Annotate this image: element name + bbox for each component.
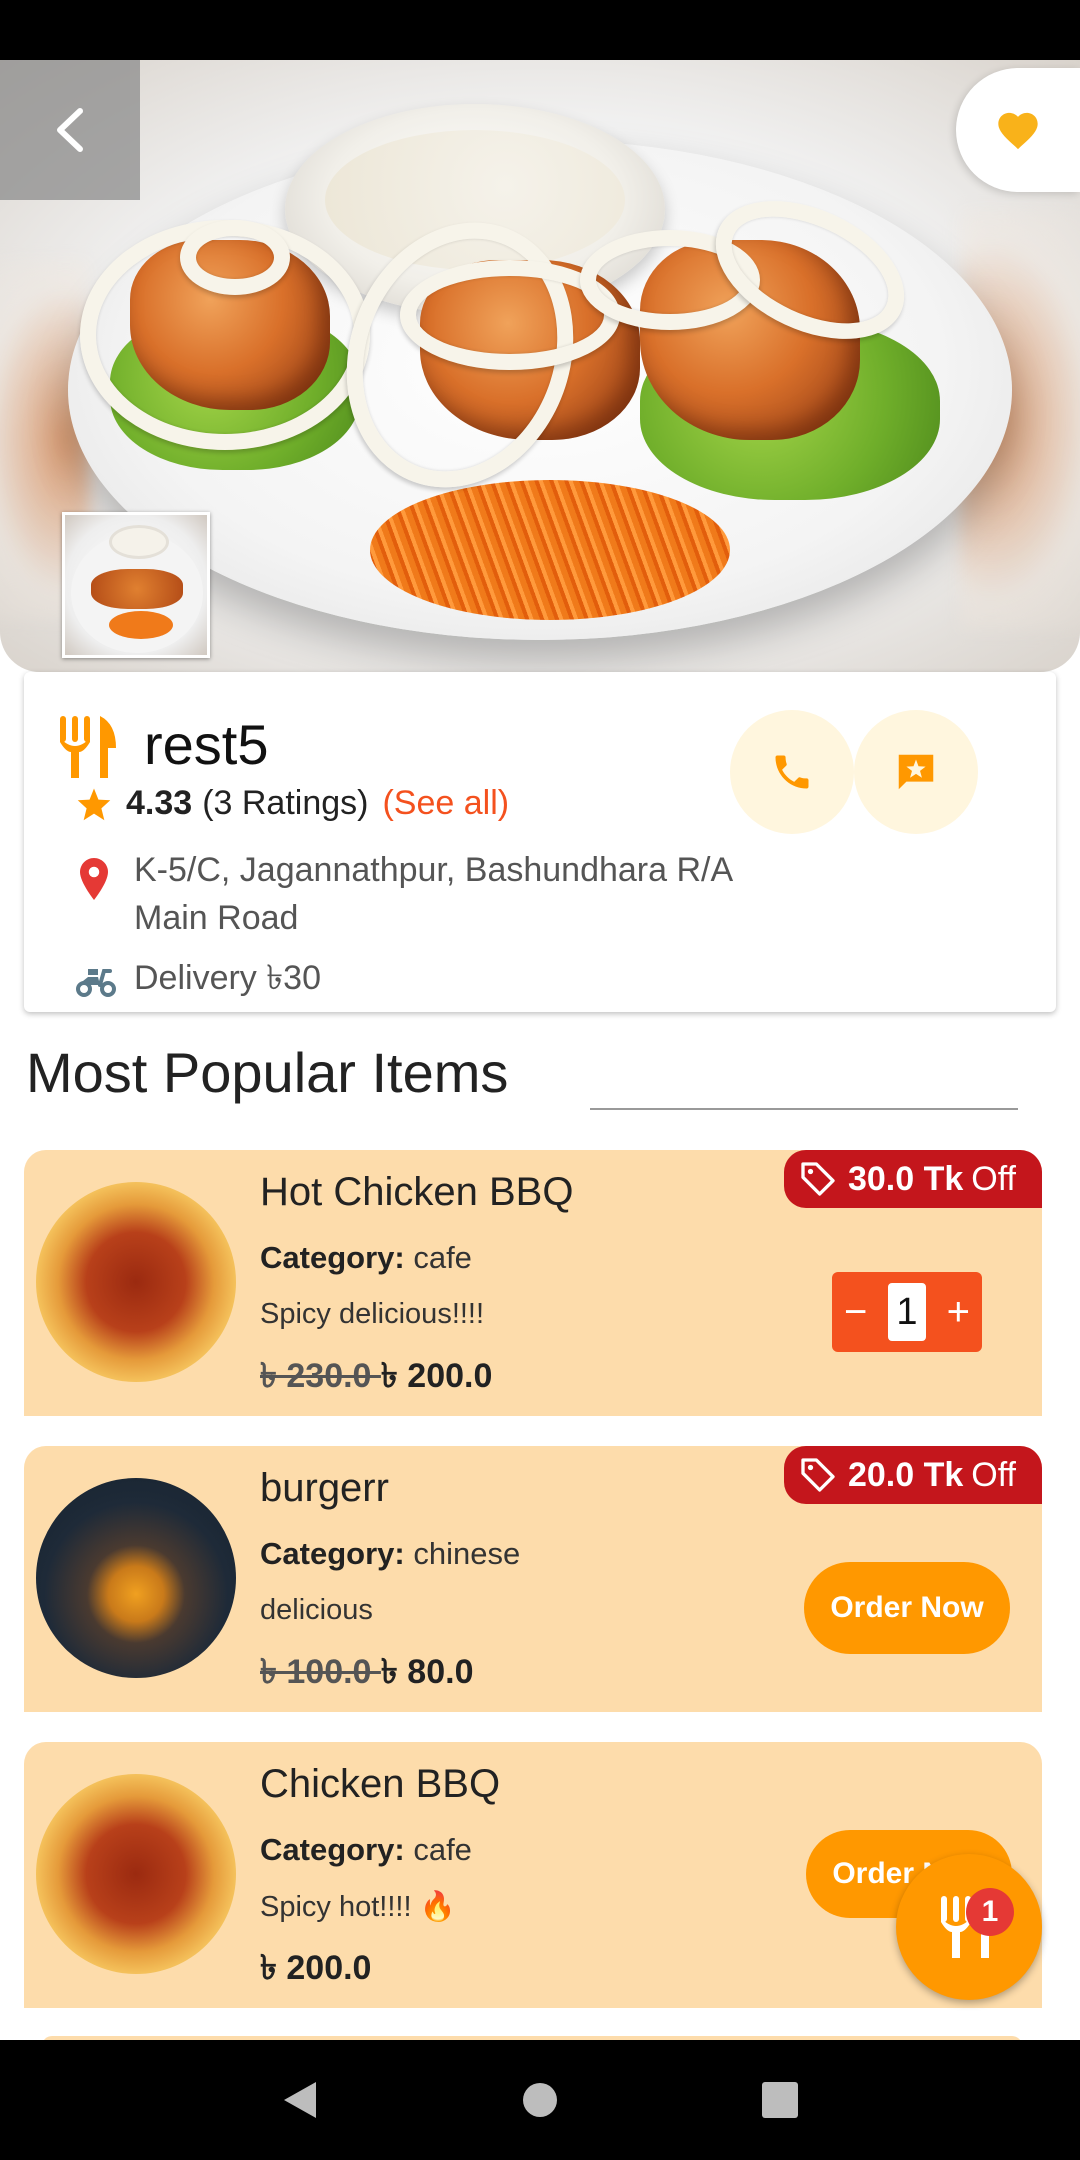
item-price: ৳ 230.0 ৳ 200.0 xyxy=(260,1350,492,1407)
category-label: Category: xyxy=(260,1240,405,1275)
decrement-button[interactable]: − xyxy=(844,1290,867,1335)
order-now-button[interactable]: Order Now xyxy=(804,1562,1010,1654)
item-category: Category: chinese xyxy=(260,1536,520,1572)
phone-icon xyxy=(775,755,809,789)
scooter-icon xyxy=(76,968,116,997)
carrot-salad xyxy=(370,480,730,620)
tag-icon xyxy=(801,1162,835,1196)
call-button[interactable] xyxy=(730,710,854,834)
restaurant-name: rest5 xyxy=(144,713,269,776)
old-price: ৳ 230.0 xyxy=(260,1357,381,1395)
item-image xyxy=(36,1774,236,1974)
review-button[interactable] xyxy=(854,710,978,834)
new-price: ৳ 200.0 xyxy=(380,1357,493,1395)
item-image xyxy=(36,1182,236,1382)
chat-star-icon xyxy=(898,754,934,790)
item-description: Spicy delicious!!!! xyxy=(260,1298,485,1330)
discount-suffix: Off xyxy=(971,1455,1016,1494)
nav-recents-icon[interactable] xyxy=(760,2080,800,2120)
new-price: ৳ 80.0 xyxy=(380,1653,474,1691)
item-description: Spicy hot!!!! 🔥 xyxy=(260,1891,456,1923)
star-icon xyxy=(77,787,111,820)
nav-back-icon[interactable] xyxy=(280,2078,320,2122)
thumbnail-carrot xyxy=(109,611,173,639)
rating-value: 4.33 xyxy=(126,784,193,822)
delivery-row: Delivery ৳30 xyxy=(76,952,321,1009)
cart-count-badge: 1 xyxy=(966,1888,1014,1936)
discount-amount: 20.0 Tk xyxy=(847,1455,964,1494)
back-button[interactable] xyxy=(0,60,140,200)
quantity-stepper: − 1 + xyxy=(832,1272,982,1352)
status-bar xyxy=(0,0,1080,60)
item-category: Category: cafe xyxy=(260,1240,472,1276)
restaurant-info-card: rest5 4.33 (3 Ratings) (See all) K-5/C, … xyxy=(24,672,1056,1012)
delivery-fee: Delivery ৳30 xyxy=(134,959,322,997)
cart-fab-button[interactable] xyxy=(896,1854,1042,2000)
onion-ring xyxy=(180,220,290,295)
chevron-left-icon xyxy=(57,108,83,152)
discount-suffix: Off xyxy=(971,1159,1016,1198)
discount-badge: 20.0 Tk Off xyxy=(783,1446,1042,1504)
item-image xyxy=(36,1478,236,1678)
category-label: Category: xyxy=(260,1832,405,1867)
quantity-value: 1 xyxy=(888,1283,926,1341)
new-price: ৳ 200.0 xyxy=(260,1949,372,1987)
item-name: burgerr xyxy=(260,1466,389,1510)
item-price: ৳ 200.0 xyxy=(260,1942,371,1999)
menu-item-card[interactable]: burgerr Category: chinese delicious ৳ 10… xyxy=(24,1446,1042,1712)
thumbnail-bowl xyxy=(109,525,169,559)
section-title: Most Popular Items xyxy=(26,1041,509,1104)
menu-item-card[interactable]: Chicken BBQ Category: cafe Spicy hot!!!!… xyxy=(24,1742,1042,2008)
rating-row: 4.33 (3 Ratings) (See all) xyxy=(76,784,509,823)
item-price: ৳ 100.0 ৳ 80.0 xyxy=(260,1646,473,1703)
discount-badge: 30.0 Tk Off xyxy=(783,1150,1042,1208)
rating-count: (3 Ratings) xyxy=(202,784,369,822)
old-price: ৳ 100.0 xyxy=(260,1653,381,1691)
see-all-ratings-link[interactable]: (See all) xyxy=(382,784,509,823)
gallery-thumbnail[interactable] xyxy=(62,512,210,658)
discount-amount: 30.0 Tk xyxy=(847,1159,964,1198)
menu-item-card[interactable]: Hot Chicken BBQ Category: cafe Spicy del… xyxy=(24,1150,1042,1416)
item-name: Hot Chicken BBQ xyxy=(260,1170,574,1214)
restaurant-address: K-5/C, Jagannathpur, Bashundhara R/A Mai… xyxy=(134,851,732,937)
item-description: delicious xyxy=(260,1594,373,1626)
address-row: K-5/C, Jagannathpur, Bashundhara R/A Mai… xyxy=(80,846,734,942)
thumbnail-food xyxy=(91,569,183,609)
category-value: cafe xyxy=(413,1832,472,1867)
category-value: chinese xyxy=(413,1536,521,1571)
heart-icon xyxy=(998,112,1038,150)
nav-home-icon[interactable] xyxy=(520,2080,560,2120)
favorite-button[interactable] xyxy=(956,68,1080,192)
increment-button[interactable]: + xyxy=(947,1290,970,1335)
item-name: Chicken BBQ xyxy=(260,1762,501,1806)
section-divider xyxy=(590,1108,1018,1110)
category-label: Category: xyxy=(260,1536,405,1571)
location-pin-icon xyxy=(80,858,108,900)
fork-knife-icon xyxy=(60,716,116,778)
item-category: Category: cafe xyxy=(260,1832,472,1868)
category-value: cafe xyxy=(413,1240,472,1275)
tag-icon xyxy=(801,1458,835,1492)
system-nav-bar xyxy=(0,2040,1080,2160)
